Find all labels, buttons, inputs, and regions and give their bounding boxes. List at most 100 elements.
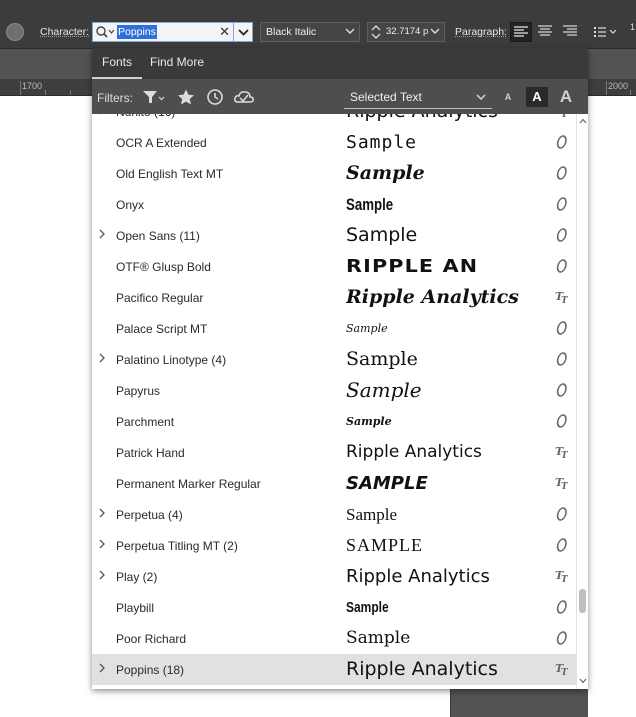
font-list-item[interactable]: Parchment Sample [92, 406, 576, 437]
align-center-button[interactable] [535, 22, 557, 42]
artboard[interactable] [0, 96, 92, 717]
align-center-icon [538, 25, 552, 36]
preview-size-small-button[interactable]: A [497, 87, 519, 107]
chevron-right-icon[interactable] [97, 114, 107, 116]
opentype-icon [554, 413, 570, 429]
preview-size-large-button[interactable]: A [555, 87, 577, 107]
truetype-icon: TT [554, 114, 570, 120]
font-size-value[interactable]: 32.7174 p [386, 23, 428, 41]
truetype-icon: TT [554, 444, 570, 461]
opentype-icon [554, 165, 570, 181]
font-name: Parchment [116, 415, 175, 429]
svg-text:T: T [561, 296, 569, 305]
font-name: Papyrus [116, 384, 161, 398]
font-style-select[interactable]: Black Italic [260, 22, 360, 42]
preview-text-select[interactable]: Selected Text [344, 87, 492, 109]
font-list-item[interactable]: Playbill Sample [92, 592, 576, 623]
filters-label: Filters: [97, 91, 133, 105]
font-sample: Sample [346, 195, 394, 214]
font-name: Perpetua (4) [116, 508, 183, 522]
font-list-item[interactable]: Perpetua (4) Sample [92, 499, 576, 530]
font-list-item[interactable]: OCR A Extended Sample [92, 127, 576, 158]
size-stepper-icon[interactable] [370, 24, 382, 40]
font-list-item[interactable]: Poor Richard Sample [92, 623, 576, 654]
bullet-list-icon[interactable] [592, 24, 618, 40]
opentype-icon [554, 258, 570, 274]
font-sample: Sample [346, 628, 411, 648]
font-list-item[interactable]: Papyrus Sample [92, 375, 576, 406]
font-name: Poor Richard [116, 632, 187, 646]
chevron-right-icon[interactable] [97, 538, 107, 550]
search-icon[interactable] [95, 25, 117, 39]
character-label[interactable]: Character: [40, 26, 89, 38]
ruler-label: 2000 [608, 81, 629, 91]
font-list-item[interactable]: Palatino Linotype (4) Sample [92, 344, 576, 375]
opentype-icon [554, 134, 570, 150]
font-menu-panel: Fonts Find More Filters: Selected Text A… [92, 48, 588, 689]
font-dropdown-button[interactable] [234, 22, 253, 42]
align-left-button[interactable] [510, 22, 532, 42]
tab-fonts[interactable]: Fonts [92, 48, 143, 79]
chevron-right-icon[interactable] [97, 507, 107, 519]
font-sample: Ripple Analytics [346, 658, 498, 680]
chevron-right-icon[interactable] [97, 662, 107, 674]
activated-fonts-cloud-icon[interactable] [233, 88, 255, 106]
truetype-icon: TT [554, 475, 570, 492]
font-sample: SAMPLE [346, 535, 424, 555]
font-list-item[interactable]: Open Sans (11) Sample [92, 220, 576, 251]
font-list-item[interactable]: Palace Script MT Sample [92, 313, 576, 344]
pasteboard[interactable] [450, 689, 588, 717]
font-list-item[interactable]: Permanent Marker Regular SAMPLE T T [92, 468, 576, 499]
svg-text:T: T [561, 482, 569, 491]
font-list-item[interactable]: Pacifico Regular Ripple Analytics T T [92, 282, 576, 313]
paragraph-label[interactable]: Paragraph: [455, 26, 507, 38]
svg-text:T: T [561, 451, 569, 460]
align-right-button[interactable] [560, 22, 582, 42]
font-search-field[interactable]: Poppins ✕ [92, 22, 234, 42]
clear-search-icon[interactable]: ✕ [219, 24, 230, 40]
svg-text:T: T [561, 668, 569, 677]
font-list-item[interactable]: Poppins (18) Ripple Analytics T T [92, 654, 576, 685]
recolor-icon[interactable] [6, 23, 24, 41]
font-list-item[interactable]: Onyx Sample [92, 189, 576, 220]
scrollbar[interactable] [576, 114, 588, 689]
svg-text:T: T [561, 575, 569, 584]
opentype-icon [554, 506, 570, 522]
chevron-right-icon[interactable] [97, 569, 107, 581]
artboard[interactable] [92, 689, 450, 717]
font-name: Open Sans (11) [116, 229, 200, 243]
font-name: Perpetua Titling MT (2) [116, 539, 238, 553]
favorites-star-icon[interactable] [176, 88, 196, 106]
filter-classification-icon[interactable] [141, 88, 167, 106]
font-list-item[interactable]: Old English Text MT Sample [92, 158, 576, 189]
scroll-up-icon[interactable] [579, 117, 587, 125]
font-list-item[interactable]: Nunito (16) Ripple Analytics TT [92, 114, 576, 127]
ruler-label: 1700 [22, 81, 43, 91]
font-name: Old English Text MT [116, 167, 224, 181]
artboard[interactable] [588, 96, 636, 717]
font-list-item[interactable]: OTF® Glusp Bold RIPPLE AN [92, 251, 576, 282]
opentype-icon [554, 630, 570, 646]
chevron-right-icon[interactable] [97, 228, 107, 240]
tab-find-more[interactable]: Find More [140, 48, 214, 79]
recently-added-clock-icon[interactable] [205, 88, 225, 106]
chevron-right-icon[interactable] [97, 352, 107, 364]
scroll-down-icon[interactable] [579, 677, 587, 685]
font-sample: Sample [346, 132, 418, 153]
preview-size-medium-button[interactable]: A [526, 87, 548, 107]
font-sample: RIPPLE AN [346, 256, 479, 277]
panel-tabs: Fonts Find More [92, 48, 588, 79]
font-list-item[interactable]: Patrick Hand Ripple Analytics T T [92, 437, 576, 468]
font-list-item[interactable]: Play (2) Ripple Analytics T T [92, 561, 576, 592]
font-name: Palatino Linotype (4) [116, 353, 227, 367]
font-name: OTF® Glusp Bold [116, 260, 211, 274]
font-list-item[interactable]: Perpetua Titling MT (2) SAMPLE [92, 530, 576, 561]
opentype-icon [554, 227, 570, 243]
chevron-down-icon[interactable] [430, 28, 440, 36]
align-right-icon [563, 25, 577, 36]
ruler-tick [70, 90, 71, 95]
scroll-thumb[interactable] [579, 589, 586, 613]
control-bar: Character: Poppins ✕ Black Italic 32.717… [0, 0, 636, 49]
search-input[interactable]: Poppins [117, 25, 157, 39]
font-size-field[interactable]: 32.7174 p [367, 22, 445, 42]
